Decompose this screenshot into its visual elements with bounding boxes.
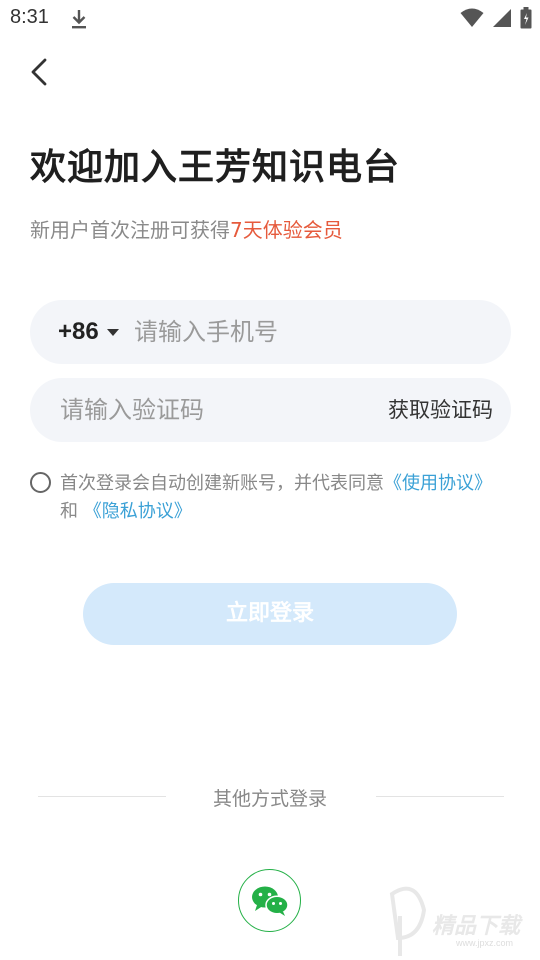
phone-field: +86 <box>30 300 511 364</box>
subtitle: 新用户首次注册可获得7天体验会员 <box>30 214 343 243</box>
agreement-text: 首次登录会自动创建新账号，并代表同意《使用协议》 和 《隐私协议》 <box>60 470 510 526</box>
verification-code-field: 获取验证码 <box>30 378 511 442</box>
status-icons <box>460 6 532 30</box>
download-icon <box>72 10 86 29</box>
phone-input[interactable] <box>134 300 494 364</box>
caret-down-icon <box>106 328 119 336</box>
watermark-text: 精品下载 <box>432 914 521 939</box>
verification-code-input[interactable] <box>60 378 360 442</box>
agreement-statement: 首次登录会自动创建新账号，并代表同意 <box>60 473 384 494</box>
wifi-icon <box>460 8 484 27</box>
status-time: 8:31 <box>10 6 49 28</box>
country-code-select[interactable]: +86 <box>58 300 119 364</box>
page-title: 欢迎加入王芳知识电台 <box>30 147 401 188</box>
battery-icon <box>520 7 532 29</box>
privacy-link[interactable]: 《隐私协议》 <box>84 501 192 522</box>
back-button[interactable] <box>20 52 60 92</box>
member-trial-highlight: 7天体验会员 <box>230 218 343 242</box>
terms-link[interactable]: 《使用协议》 <box>384 473 492 494</box>
divider-right <box>376 796 504 797</box>
agreement-connector: 和 <box>60 501 78 522</box>
wechat-icon <box>251 886 289 916</box>
agreement-checkbox[interactable] <box>30 472 51 493</box>
watermark-url: www.jpxz.com <box>456 938 514 948</box>
chevron-left-icon <box>31 58 47 86</box>
status-bar: 8:31 <box>0 0 540 36</box>
signal-icon <box>493 9 511 27</box>
login-button[interactable]: 立即登录 <box>83 583 457 645</box>
wechat-login-button[interactable] <box>238 869 301 932</box>
divider-left <box>38 796 166 797</box>
other-login-label: 其他方式登录 <box>212 788 327 810</box>
get-code-button[interactable]: 获取验证码 <box>388 378 493 442</box>
subtitle-text: 新用户首次注册可获得 <box>30 218 230 242</box>
country-code-label: +86 <box>58 318 99 345</box>
